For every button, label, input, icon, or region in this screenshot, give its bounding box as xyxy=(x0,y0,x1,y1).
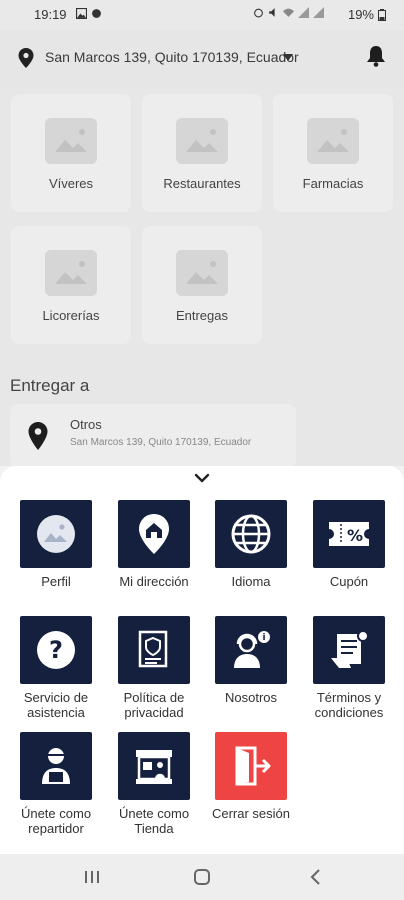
terms-icon xyxy=(331,630,369,668)
menu-item-cerrar-sesion[interactable]: Cerrar sesión xyxy=(202,732,300,821)
back-icon[interactable] xyxy=(306,867,326,887)
status-bar: 19:19 19% xyxy=(0,0,404,30)
location-pin-icon xyxy=(18,48,34,68)
mute-icon xyxy=(269,8,275,17)
wifi-icon xyxy=(283,8,294,17)
menu-item-label: Nosotros xyxy=(224,690,278,705)
home-pin-icon xyxy=(139,514,169,554)
deliver-to-title: Entregar a xyxy=(10,376,90,395)
status-time: 19:19 xyxy=(34,7,67,22)
courier-icon xyxy=(42,748,70,784)
menu-item-label: Únete como repartidor xyxy=(20,806,92,836)
alarm-icon xyxy=(254,8,263,18)
category-farmacias[interactable]: Farmacias xyxy=(273,94,393,212)
recent-apps-icon[interactable] xyxy=(82,867,102,887)
menu-item-politica-privacidad[interactable]: Política de privacidad xyxy=(105,616,203,720)
menu-item-label: Mi dirección xyxy=(119,574,189,589)
coupon-icon: % xyxy=(329,522,369,546)
menu-item-mi-direccion[interactable]: Mi dirección xyxy=(105,500,203,589)
category-viveres[interactable]: Víveres xyxy=(11,94,131,212)
store-icon xyxy=(136,750,172,784)
profile-image-icon xyxy=(37,515,75,553)
menu-item-label: Únete como Tienda xyxy=(118,806,190,836)
placeholder-image-icon xyxy=(45,250,97,296)
placeholder-image-icon xyxy=(176,118,228,164)
logout-icon xyxy=(235,746,271,786)
gallery-notification-icon xyxy=(76,8,87,19)
menu-item-label: Perfil xyxy=(41,574,71,589)
category-label: Licorerías xyxy=(42,308,100,323)
menu-item-unete-repartidor[interactable]: Únete como repartidor xyxy=(7,732,105,836)
navigation-bar xyxy=(0,854,404,900)
category-entregas[interactable]: Entregas xyxy=(142,226,262,344)
placeholder-image-icon xyxy=(176,250,228,296)
help-icon: ? xyxy=(37,631,75,669)
privacy-icon xyxy=(138,630,168,668)
bell-icon[interactable] xyxy=(366,45,386,67)
category-label: Restaurantes xyxy=(163,176,241,191)
globe-icon xyxy=(231,514,271,554)
menu-item-label: Política de privacidad xyxy=(123,690,185,720)
menu-item-unete-tienda[interactable]: Únete como Tienda xyxy=(105,732,203,836)
menu-item-terminos-condiciones[interactable]: Términos y condiciones xyxy=(300,616,398,720)
signal-icon xyxy=(298,7,309,18)
chevron-down-icon[interactable] xyxy=(283,54,293,62)
menu-bottom-sheet: Perfil Mi dirección Idioma % Cupón ? Ser… xyxy=(0,466,404,854)
menu-item-nosotros[interactable]: i Nosotros xyxy=(202,616,300,705)
svg-text:%: % xyxy=(347,526,363,545)
menu-item-cupon[interactable]: % Cupón xyxy=(300,500,398,589)
menu-item-label: Términos y condiciones xyxy=(314,690,384,720)
category-restaurantes[interactable]: Restaurantes xyxy=(142,94,262,212)
svg-text:i: i xyxy=(262,633,265,643)
menu-item-label: Servicio de asistencia xyxy=(23,690,89,720)
support-agent-icon: i xyxy=(234,631,270,668)
delivery-card-address: San Marcos 139, Quito 170139, Ecuador xyxy=(70,437,252,448)
category-label: Entregas xyxy=(175,308,229,323)
chevron-down-icon[interactable] xyxy=(194,472,210,484)
battery-icon xyxy=(378,9,386,21)
menu-item-perfil[interactable]: Perfil xyxy=(7,500,105,589)
menu-item-servicio-asistencia[interactable]: ? Servicio de asistencia xyxy=(7,616,105,720)
category-label: Víveres xyxy=(48,176,94,191)
address-selector[interactable]: San Marcos 139, Quito 170139, Ecuador xyxy=(45,49,299,65)
placeholder-image-icon xyxy=(307,118,359,164)
category-licorerias[interactable]: Licorerías xyxy=(11,226,131,344)
location-pin-icon xyxy=(28,422,48,450)
app-notification-icon xyxy=(92,9,101,18)
home-icon[interactable] xyxy=(192,867,212,887)
signal-2-icon xyxy=(313,7,324,18)
category-label: Farmacias xyxy=(302,176,364,191)
placeholder-image-icon xyxy=(45,118,97,164)
header: San Marcos 139, Quito 170139, Ecuador xyxy=(0,30,404,86)
home-content: Víveres Restaurantes Farmacias Licorería… xyxy=(0,86,404,468)
menu-item-idioma[interactable]: Idioma xyxy=(202,500,300,589)
menu-item-label: Idioma xyxy=(231,574,271,589)
svg-text:?: ? xyxy=(49,636,63,664)
delivery-card-title: Otros xyxy=(70,417,102,432)
menu-item-label: Cerrar sesión xyxy=(211,806,291,821)
battery-level: 19% xyxy=(347,7,374,22)
menu-item-label: Cupón xyxy=(329,574,369,589)
delivery-address-card[interactable]: Otros San Marcos 139, Quito 170139, Ecua… xyxy=(10,404,296,468)
